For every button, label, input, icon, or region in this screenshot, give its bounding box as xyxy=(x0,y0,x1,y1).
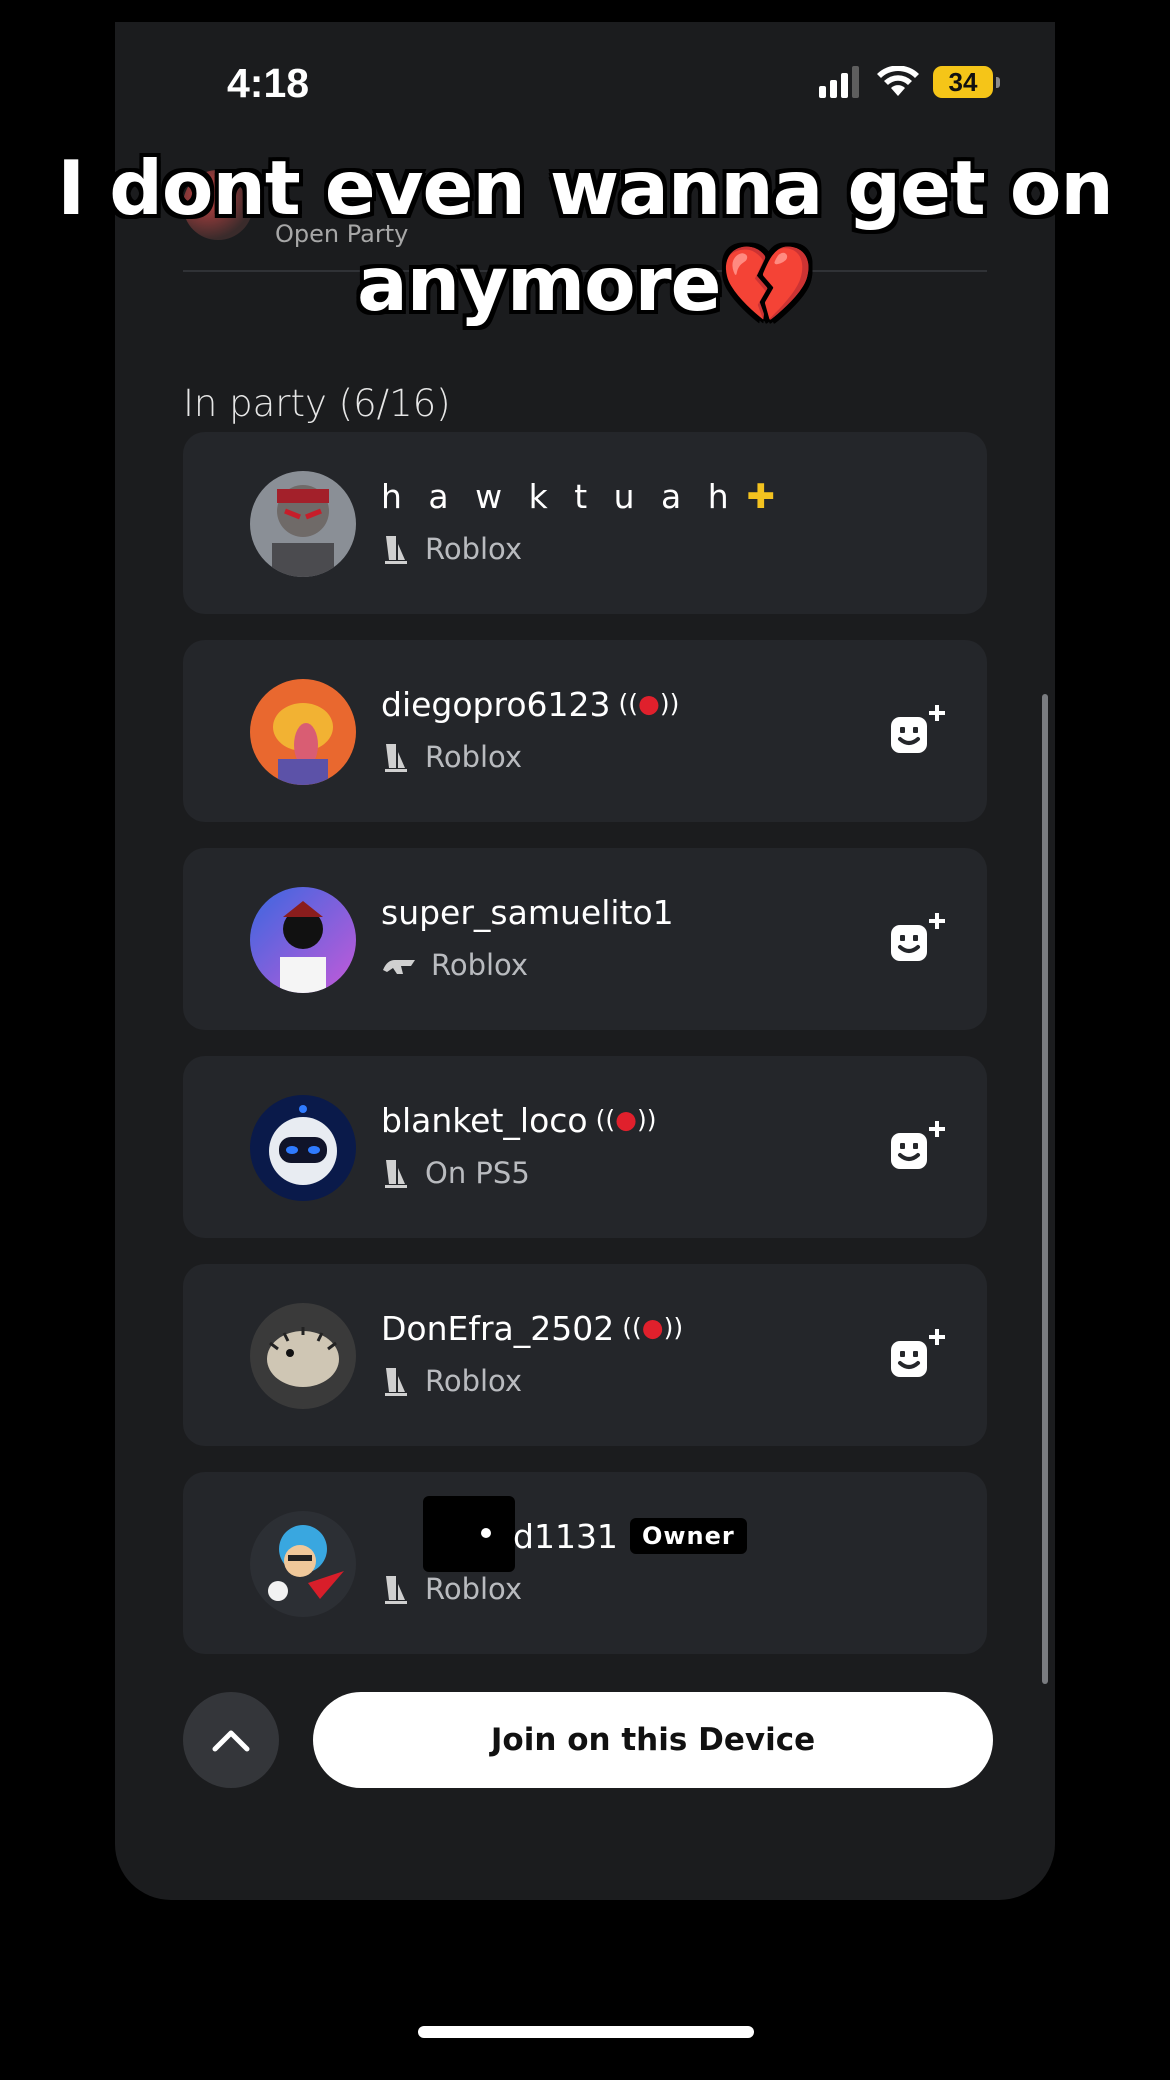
avatar xyxy=(250,1303,356,1409)
ps5-console-icon xyxy=(385,1368,407,1396)
member-card[interactable]: DonEfra_2502 ((●)) Roblox xyxy=(183,1264,987,1446)
battery-icon: 34 xyxy=(933,66,1000,98)
broken-heart-emoji: 💔 xyxy=(720,240,814,328)
add-friend-icon[interactable] xyxy=(889,1327,949,1383)
member-status: Roblox xyxy=(381,740,522,774)
member-card[interactable]: super_samuelito1 Roblox xyxy=(183,848,987,1030)
member-status: Roblox xyxy=(381,948,528,982)
avatar xyxy=(250,679,356,785)
ps-portal-icon xyxy=(383,960,415,974)
avatar xyxy=(250,1095,356,1201)
member-name: blanket_loco ((●)) xyxy=(381,1101,657,1140)
member-status: Roblox xyxy=(381,1364,522,1398)
ps-plus-icon: ✚ xyxy=(746,477,776,517)
member-name: d1131 Owner xyxy=(513,1517,747,1556)
cellular-signal-icon xyxy=(819,66,859,98)
ps5-console-icon xyxy=(385,536,407,564)
member-status: On PS5 xyxy=(381,1156,530,1190)
ps5-console-icon xyxy=(385,744,407,772)
member-name: diegopro6123 ((●)) xyxy=(381,685,680,724)
redacted-block xyxy=(423,1496,515,1572)
avatar xyxy=(250,471,356,577)
home-indicator[interactable] xyxy=(418,2026,754,2038)
owner-badge: Owner xyxy=(629,1518,747,1554)
voice-chat-active-icon: ((●)) xyxy=(622,1313,684,1342)
add-friend-icon[interactable] xyxy=(889,703,949,759)
section-title: In party (6/16) xyxy=(183,382,451,425)
member-status: Roblox xyxy=(381,532,522,566)
member-name: DonEfra_2502 ((●)) xyxy=(381,1309,684,1348)
voice-chat-active-icon: ((●)) xyxy=(595,1105,657,1134)
voice-chat-active-icon: ((●)) xyxy=(618,689,680,718)
member-card[interactable]: blanket_loco ((●)) On PS5 xyxy=(183,1056,987,1238)
member-card[interactable]: diegopro6123 ((●)) Roblox xyxy=(183,640,987,822)
status-icons: 34 xyxy=(819,66,1000,98)
video-caption-overlay: I dont even wanna get on anymore💔 xyxy=(57,144,1114,328)
member-card[interactable]: d1131 Owner Roblox xyxy=(183,1472,987,1654)
wifi-icon xyxy=(877,66,919,96)
avatar xyxy=(250,887,356,993)
member-name: h a w k t u a h ✚ xyxy=(381,477,776,517)
chevron-up-icon xyxy=(212,1730,250,1752)
member-name: super_samuelito1 xyxy=(381,893,674,932)
member-status: Roblox xyxy=(381,1572,522,1606)
ps5-console-icon xyxy=(385,1160,407,1188)
add-friend-icon[interactable] xyxy=(889,1119,949,1175)
ps5-console-icon xyxy=(385,1576,407,1604)
join-on-device-button[interactable]: Join on this Device xyxy=(313,1692,993,1788)
scrollbar[interactable] xyxy=(1042,694,1048,1684)
status-time: 4:18 xyxy=(227,60,310,106)
add-friend-icon[interactable] xyxy=(889,911,949,967)
collapse-button[interactable] xyxy=(183,1692,279,1788)
avatar xyxy=(250,1511,356,1617)
member-card[interactable]: h a w k t u a h ✚ Roblox xyxy=(183,432,987,614)
